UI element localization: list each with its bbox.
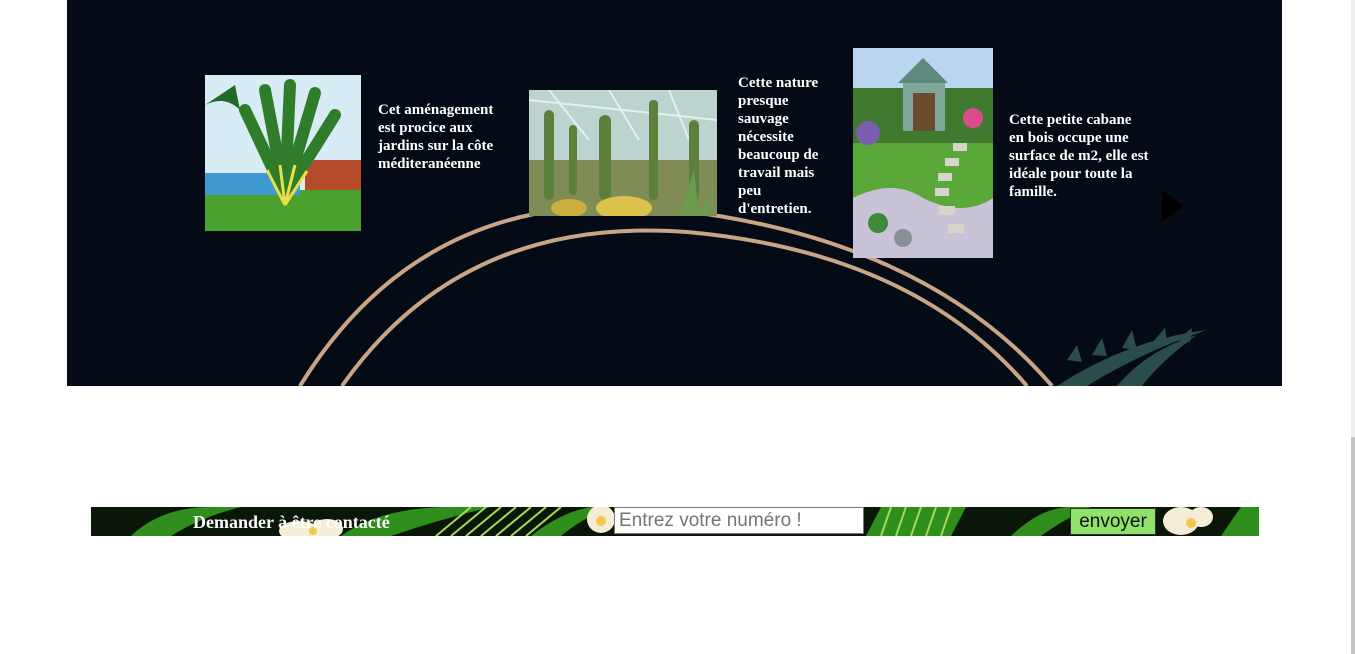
contact-request-label: Demander à être contacté xyxy=(193,512,390,532)
garden-caption-1: Cet aménagement est procice aux jardins … xyxy=(378,102,494,172)
garden-thumbnail-3[interactable] xyxy=(853,48,993,258)
page-scrollbar[interactable] xyxy=(1351,0,1355,654)
arrow-right-icon[interactable] xyxy=(1162,190,1184,222)
garden-thumbnail-1[interactable] xyxy=(205,75,361,231)
phone-number-input[interactable] xyxy=(614,507,864,534)
traveler-palm-image xyxy=(205,75,361,231)
garden-caption-2: Cette nature presque sauvage nécessite b… xyxy=(738,75,819,217)
garden-showcase: Cet aménagement est procice aux jardins … xyxy=(67,0,1282,386)
garden-thumbnail-2[interactable] xyxy=(529,90,717,216)
cactus-greenhouse-image xyxy=(529,90,717,216)
garden-cabin-image xyxy=(853,48,993,258)
contact-form: Demander à être contacté envoyer xyxy=(91,507,1259,536)
scrollbar-thumb[interactable] xyxy=(1351,437,1355,654)
garden-caption-3: Cette petite cabane en bois occupe une s… xyxy=(1009,112,1149,200)
send-button[interactable]: envoyer xyxy=(1070,508,1156,535)
